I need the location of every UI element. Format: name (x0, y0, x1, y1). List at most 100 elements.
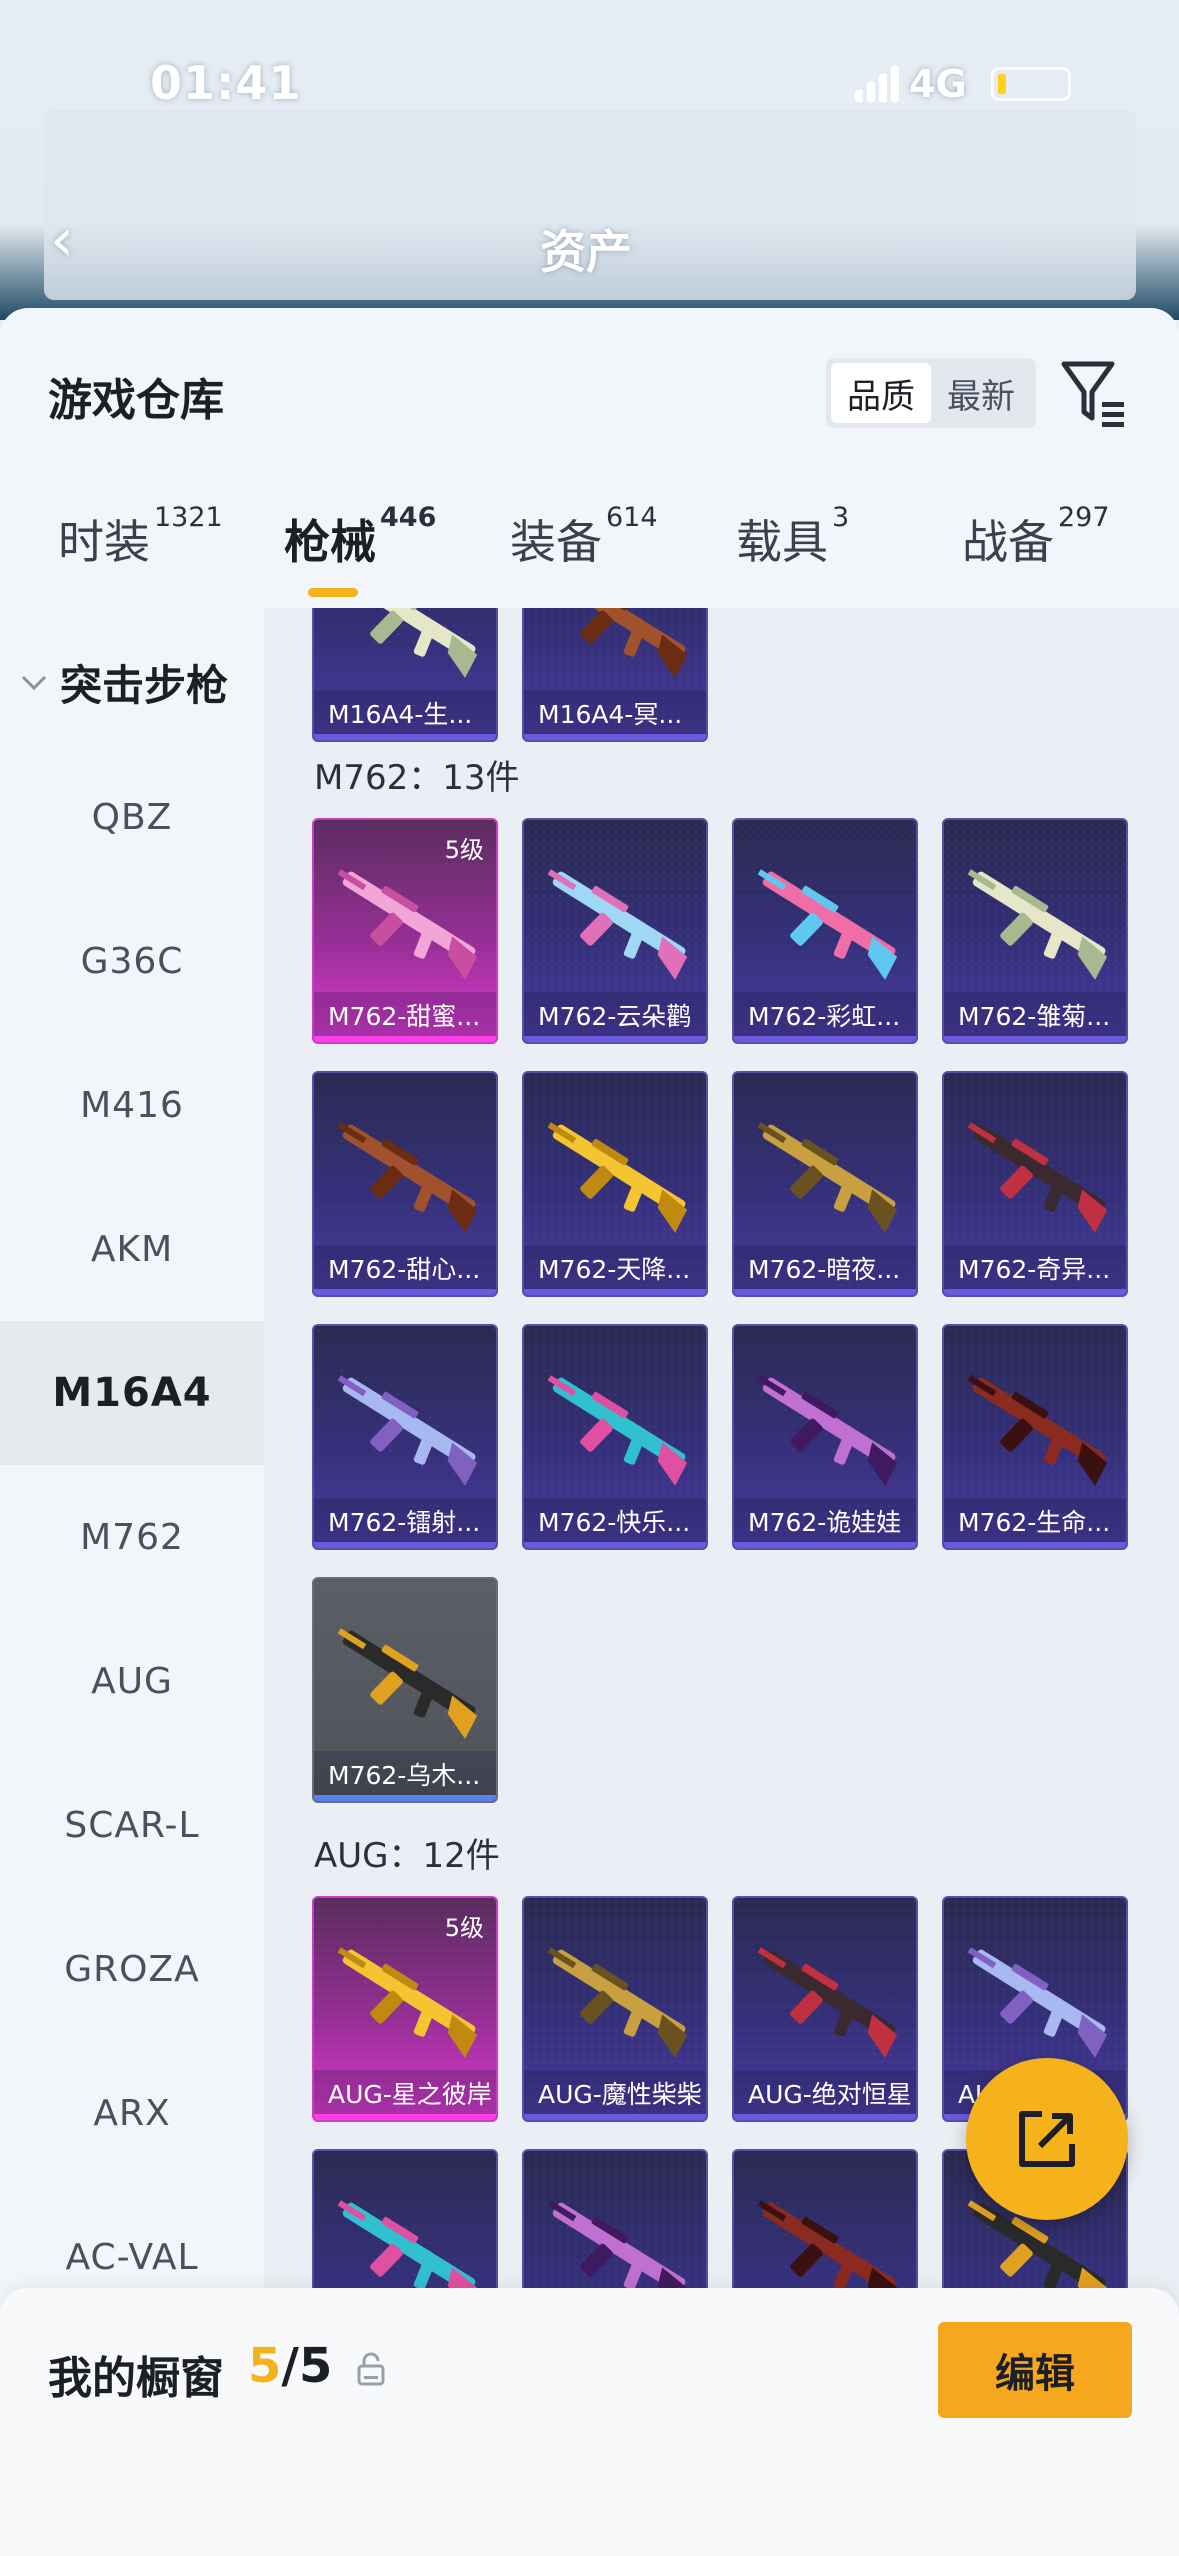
tab-count: 446 (380, 502, 437, 533)
tab-label: 载具 (736, 515, 828, 569)
rarity-bar (734, 1542, 916, 1548)
card-name: AUG-绝对恒星 (734, 2070, 916, 2120)
weapon-card[interactable]: AUG-绝对恒星 (732, 1896, 918, 2122)
rarity-bar (524, 1036, 706, 1042)
status-time: 01:41 (150, 56, 302, 110)
tab-vehicles[interactable]: 载具 3 (736, 502, 849, 572)
gun-icon (967, 869, 1108, 980)
backdrop-title: 资产 (540, 225, 632, 279)
gun-icon (757, 1947, 898, 2058)
weapon-card[interactable]: M16A4-生... (312, 608, 498, 742)
back-icon[interactable]: ‹ (50, 210, 90, 270)
gun-icon (552, 608, 688, 678)
gun-icon (337, 1628, 478, 1739)
rarity-bar (314, 2114, 496, 2120)
card-name: M762-镭射... (314, 1498, 496, 1548)
weapon-card[interactable]: M762-镭射... (312, 1324, 498, 1550)
filter-icon[interactable] (1060, 358, 1128, 428)
tab-count: 297 (1058, 502, 1110, 533)
tab-label: 时装 (58, 515, 150, 569)
card-name: AUG-星之彼岸 (314, 2070, 496, 2120)
showcase-title: 我的橱窗 (48, 2353, 224, 2404)
tab-count: 3 (832, 502, 850, 533)
sidebar-item-m416[interactable]: M416 (0, 1033, 264, 1177)
tab-weapons[interactable]: 枪械 446 (284, 502, 436, 572)
gun-icon (337, 869, 478, 980)
card-name: M762-雏菊... (944, 992, 1126, 1042)
sidebar-item-scar-l[interactable]: SCAR-L (0, 1753, 264, 1897)
showcase-count: 5/5 (248, 2338, 332, 2394)
card-name: M762-乌木... (314, 1751, 496, 1801)
tab-supplies[interactable]: 战备 297 (962, 502, 1110, 572)
weapon-card[interactable]: 5级 M762-甜蜜... (312, 818, 498, 1044)
sidebar-item-aug[interactable]: AUG (0, 1609, 264, 1753)
sort-newest-button[interactable]: 最新 (931, 363, 1031, 423)
weapon-card[interactable]: 5级 AUG-星之彼岸 (312, 1896, 498, 2122)
gun-icon (967, 1947, 1108, 2058)
rarity-bar (944, 1542, 1126, 1548)
weapon-grid: M16A4-生... M16A4-冥... M762：13件 5级 M762-甜蜜...… (264, 608, 1179, 2556)
weapon-card[interactable]: M762-诡娃娃 (732, 1324, 918, 1550)
sidebar-item-arx[interactable]: ARX (0, 2041, 264, 2185)
weapon-card[interactable]: M762-彩虹... (732, 818, 918, 1044)
weapon-card[interactable]: M762-乌木... (312, 1577, 498, 1803)
rarity-bar (524, 2114, 706, 2120)
tab-label: 战备 (962, 515, 1054, 569)
share-button[interactable] (966, 2058, 1128, 2220)
sort-quality-button[interactable]: 品质 (831, 363, 931, 423)
weapon-card[interactable]: M762-甜心... (312, 1071, 498, 1297)
card-name: M762-甜蜜... (314, 992, 496, 1042)
rarity-bar (314, 1036, 496, 1042)
showcase-total: /5 (281, 2338, 333, 2394)
card-name: M762-天降... (524, 1245, 706, 1295)
rarity-bar (734, 2114, 916, 2120)
card-name: M762-生命... (944, 1498, 1126, 1548)
rarity-bar (524, 1289, 706, 1295)
section-title-aug: AUG：12件 (314, 1836, 500, 1876)
edit-button[interactable]: 编辑 (938, 2322, 1132, 2418)
sidebar-item-m16a4[interactable]: M16A4 (0, 1321, 264, 1465)
weapon-card[interactable]: M762-生命... (942, 1324, 1128, 1550)
weapon-type-sidebar: 突击步枪 QBZ G36C M416 AKM M16A4 M762 AUG SCAR-L GRO… (0, 608, 264, 2556)
card-level: 5级 (444, 836, 484, 864)
sidebar-item-groza[interactable]: GROZA (0, 1897, 264, 2041)
weapon-card[interactable]: AUG-魔性柴柴 (522, 1896, 708, 2122)
rarity-bar (314, 1542, 496, 1548)
weapon-card[interactable]: M762-云朵鹳 (522, 818, 708, 1044)
sidebar-item-m762[interactable]: M762 (0, 1465, 264, 1609)
rarity-bar (734, 1289, 916, 1295)
card-name: M762-甜心... (314, 1245, 496, 1295)
gun-icon (337, 1947, 478, 2058)
tab-label: 枪械 (284, 515, 376, 569)
rarity-bar (734, 1036, 916, 1042)
tab-fashion[interactable]: 时装 1321 (58, 502, 223, 572)
card-name: M16A4-生... (314, 690, 496, 740)
share-icon (1019, 2111, 1075, 2167)
weapon-card[interactable]: M16A4-冥... (522, 608, 708, 742)
rarity-bar (944, 1289, 1126, 1295)
sidebar-item-akm[interactable]: AKM (0, 1177, 264, 1321)
rarity-bar (314, 1289, 496, 1295)
weapon-card[interactable]: M762-暗夜... (732, 1071, 918, 1297)
network-type: 4G (909, 62, 967, 106)
tab-equipment[interactable]: 装备 614 (510, 502, 658, 572)
gun-icon (337, 1375, 478, 1486)
section-title-m762: M762：13件 (314, 758, 520, 798)
signal-icon (855, 66, 899, 102)
sidebar-item-g36c[interactable]: G36C (0, 889, 264, 1033)
weapon-card[interactable]: M762-天降... (522, 1071, 708, 1297)
gun-icon (967, 1375, 1108, 1486)
showcase-current: 5 (248, 2338, 282, 2394)
sidebar-group[interactable]: 突击步枪 (20, 652, 228, 713)
weapon-card[interactable]: M762-雏菊... (942, 818, 1128, 1044)
sidebar-group-label: 突击步枪 (60, 661, 229, 710)
gun-icon (547, 1947, 688, 2058)
tab-count: 614 (606, 502, 658, 533)
gun-icon (342, 608, 478, 678)
sort-toggle: 品质 最新 (826, 358, 1036, 428)
weapon-card[interactable]: M762-奇异... (942, 1071, 1128, 1297)
showcase-bar: 我的橱窗 5/5 编辑 (0, 2288, 1179, 2556)
weapon-card[interactable]: M762-快乐... (522, 1324, 708, 1550)
sidebar-item-qbz[interactable]: QBZ (0, 745, 264, 889)
card-name: M762-奇异... (944, 1245, 1126, 1295)
